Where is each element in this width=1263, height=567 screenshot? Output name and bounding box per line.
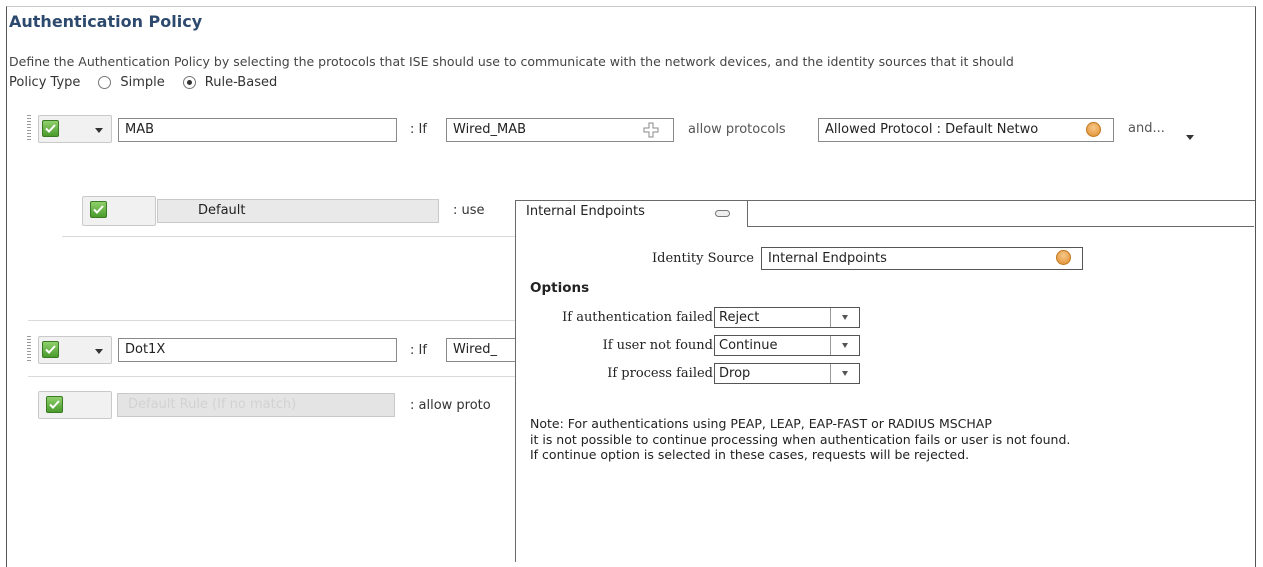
user-not-found-select[interactable]: Continue bbox=[714, 335, 860, 356]
rule-name-input[interactable]: MAB bbox=[118, 118, 397, 142]
allow-protocols-label: allow protocols bbox=[688, 122, 786, 137]
divider bbox=[28, 376, 515, 377]
identity-source-dropdown-icon[interactable] bbox=[1056, 250, 1071, 265]
subrule-name-field: Default bbox=[157, 199, 439, 223]
note-text: Note: For authentications using PEAP, LE… bbox=[530, 416, 1070, 463]
identity-source-select[interactable]: Internal Endpoints bbox=[761, 247, 1083, 270]
chevron-down-icon[interactable] bbox=[95, 128, 103, 133]
condition-input[interactable]: Wired_MAB bbox=[446, 118, 674, 142]
check-icon[interactable] bbox=[42, 341, 59, 358]
identity-source-label: Identity Source bbox=[652, 251, 754, 266]
popup-tab-label: Internal Endpoints bbox=[526, 204, 645, 219]
auth-failed-select[interactable]: Reject bbox=[714, 307, 860, 328]
options-title: Options bbox=[530, 280, 590, 296]
auth-failed-value: Reject bbox=[719, 310, 760, 325]
check-icon[interactable] bbox=[46, 396, 63, 413]
radio-simple[interactable] bbox=[98, 76, 112, 89]
drag-handle[interactable] bbox=[27, 336, 31, 362]
protocol-dropdown-icon[interactable] bbox=[1086, 122, 1101, 137]
if-label: : If bbox=[410, 343, 427, 358]
process-failed-label: If process failed bbox=[607, 366, 713, 381]
allowed-protocol-select[interactable]: Allowed Protocol : Default Netwo bbox=[818, 118, 1114, 142]
rule-name-input[interactable]: Dot1X bbox=[118, 338, 397, 362]
chevron-down-icon bbox=[830, 364, 859, 383]
note-line: Note: For authentications using PEAP, LE… bbox=[530, 416, 992, 431]
if-label: : If bbox=[410, 122, 427, 137]
condition-input[interactable]: Wired_ bbox=[446, 338, 516, 362]
process-failed-value: Drop bbox=[719, 366, 751, 381]
radio-rule-based[interactable] bbox=[182, 76, 196, 89]
check-icon[interactable] bbox=[42, 120, 59, 137]
policy-type-row: Policy Type Simple Rule-Based bbox=[9, 75, 277, 90]
chevron-down-icon bbox=[830, 336, 859, 355]
process-failed-select[interactable]: Drop bbox=[714, 363, 860, 384]
policy-type-label: Policy Type bbox=[9, 75, 81, 90]
collapse-icon[interactable] bbox=[715, 210, 730, 217]
user-not-found-label: If user not found bbox=[602, 338, 713, 353]
divider bbox=[62, 236, 515, 237]
check-icon[interactable] bbox=[90, 201, 107, 218]
allow-protocols-label: : allow proto bbox=[410, 398, 491, 413]
chevron-down-icon[interactable] bbox=[95, 349, 103, 354]
note-line: it is not possible to continue processin… bbox=[530, 431, 1071, 447]
default-rule-name-field: Default Rule (If no match) bbox=[117, 393, 395, 417]
radio-rule-based-label: Rule-Based bbox=[204, 75, 278, 90]
use-label: : use bbox=[453, 203, 485, 218]
note-line: If continue option is selected in these … bbox=[530, 447, 970, 462]
page-description: Define the Authentication Policy by sele… bbox=[9, 54, 1014, 69]
add-condition-icon[interactable] bbox=[643, 122, 659, 138]
and-link[interactable]: and... bbox=[1128, 121, 1165, 136]
page-title: Authentication Policy bbox=[9, 12, 203, 31]
auth-failed-label: If authentication failed bbox=[562, 310, 713, 325]
chevron-down-icon bbox=[830, 308, 859, 327]
drag-handle[interactable] bbox=[27, 115, 31, 141]
expand-caret-icon[interactable] bbox=[1186, 135, 1194, 140]
popup-tab-rule bbox=[748, 226, 1254, 227]
radio-simple-label: Simple bbox=[120, 75, 165, 90]
divider bbox=[28, 320, 515, 321]
user-not-found-value: Continue bbox=[719, 338, 778, 353]
